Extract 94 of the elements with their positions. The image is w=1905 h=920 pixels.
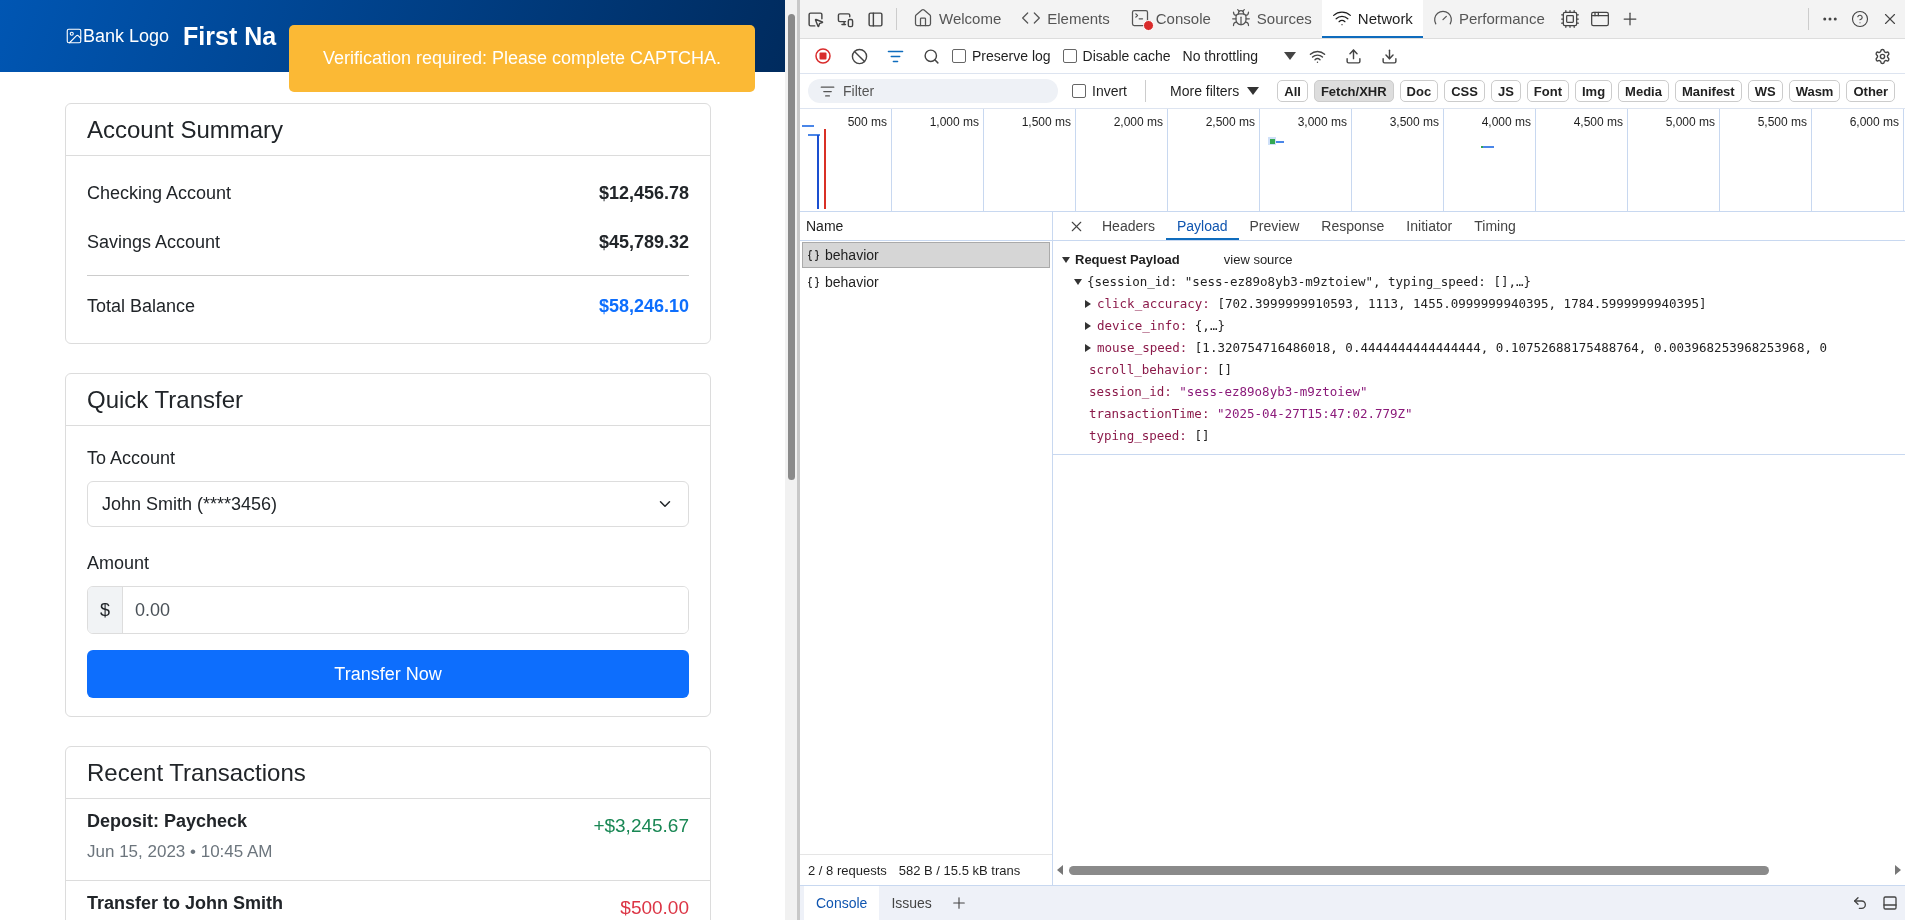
transaction-amount: $500.00 xyxy=(620,897,689,920)
transaction-title: Transfer to John Smith xyxy=(87,893,284,914)
detail-tab[interactable]: Headers xyxy=(1091,214,1166,240)
expand-icon[interactable] xyxy=(1085,321,1091,330)
payload-property: device_info: {,…} xyxy=(1097,318,1225,333)
expand-icon[interactable] xyxy=(1074,278,1082,285)
time-tick: 2,500 ms xyxy=(1205,115,1255,131)
detail-tab[interactable]: Timing xyxy=(1463,214,1527,240)
page-scrollbar[interactable] xyxy=(785,0,797,920)
type-filter-button[interactable]: Font xyxy=(1526,80,1569,102)
verification-toast: Verification required: Please complete CAPTCHA. xyxy=(289,25,755,92)
disable-cache-checkbox[interactable]: Disable cache xyxy=(1062,48,1171,64)
time-tick: 6,000 ms xyxy=(1849,115,1899,131)
type-filter-button[interactable]: WS xyxy=(1747,80,1783,102)
status-text: 582 B / 15.5 kB trans xyxy=(898,862,1021,878)
view-source-link[interactable]: view source xyxy=(1223,252,1293,267)
terminal-icon xyxy=(1129,8,1150,28)
more-filters-dropdown[interactable]: More filters xyxy=(1170,83,1260,99)
time-tick: 1,000 ms xyxy=(929,115,979,131)
json-icon xyxy=(807,248,820,262)
transaction-date: Jun 15, 2023 • 10:45 AM xyxy=(87,842,273,862)
type-filter-button[interactable]: Doc xyxy=(1399,80,1439,102)
transaction-amount: +$3,245.67 xyxy=(593,815,689,838)
type-filter-button[interactable]: Other xyxy=(1846,80,1896,102)
time-tick: 3,000 ms xyxy=(1297,115,1347,131)
devtools-tab[interactable]: Performance xyxy=(1422,0,1555,38)
total-label: Total Balance xyxy=(87,295,196,317)
card-title: Account Summary xyxy=(66,104,710,156)
expand-icon[interactable] xyxy=(1085,299,1091,308)
type-filter-button[interactable]: CSS xyxy=(1444,80,1485,102)
request-row[interactable]: behavior xyxy=(802,269,1050,295)
bank-logo: Bank Logo xyxy=(65,25,170,47)
bug-icon xyxy=(1230,8,1251,28)
filter-icon xyxy=(820,83,835,99)
card-title: Recent Transactions xyxy=(66,747,710,799)
type-filter-button[interactable]: Wasm xyxy=(1788,80,1841,102)
status-text: 2 / 8 requests xyxy=(808,862,887,878)
time-tick: 500 ms xyxy=(847,115,887,131)
time-tick: 4,500 ms xyxy=(1573,115,1623,131)
caret-icon xyxy=(1247,87,1260,95)
type-filter-button[interactable]: Img xyxy=(1574,80,1613,102)
throttling-dropdown[interactable]: No throttling xyxy=(1182,48,1296,64)
devtools-tab[interactable]: Console xyxy=(1119,0,1221,38)
detail-tab[interactable]: Response xyxy=(1310,214,1396,240)
devtools-tab[interactable]: Network xyxy=(1321,0,1423,38)
invert-checkbox[interactable]: Invert xyxy=(1072,83,1127,99)
column-header[interactable]: Name xyxy=(800,212,1052,241)
drawer-tab[interactable]: Issues xyxy=(879,886,944,920)
time-tick: 2,000 ms xyxy=(1113,115,1163,131)
devtools-tab[interactable]: Elements xyxy=(1011,0,1120,38)
account-balance: $12,456.78 xyxy=(598,183,689,204)
request-row[interactable]: behavior xyxy=(802,242,1050,268)
type-filter-button[interactable]: Manifest xyxy=(1674,80,1742,102)
type-filter-button[interactable]: All xyxy=(1277,80,1308,102)
section-title: Request Payload xyxy=(1075,252,1180,267)
type-filter-button[interactable]: JS xyxy=(1490,80,1521,102)
payload-property: transactionTime: "2025-04-27T15:47:02.779Z" xyxy=(1089,406,1413,421)
account-select[interactable]: John Smith (****3456) xyxy=(87,481,689,527)
card-title: Quick Transfer xyxy=(66,374,710,426)
detail-tab[interactable]: Preview xyxy=(1238,214,1311,240)
account-balance: $45,789.32 xyxy=(598,232,689,253)
type-filter-button[interactable]: Media xyxy=(1618,80,1669,102)
devtools-tab[interactable]: Welcome xyxy=(903,0,1012,38)
time-tick: 1,500 ms xyxy=(1021,115,1071,131)
expand-icon[interactable] xyxy=(1085,343,1091,352)
time-tick: 3,500 ms xyxy=(1389,115,1439,131)
account-name: Savings Account xyxy=(87,232,221,253)
house-icon xyxy=(913,8,933,28)
field-label: To Account xyxy=(87,448,177,469)
type-filter-button[interactable]: Fetch/XHR xyxy=(1313,80,1394,102)
total-balance: $58,246.10 xyxy=(598,295,689,317)
caret-icon xyxy=(1284,52,1296,60)
json-icon xyxy=(807,275,820,289)
detail-tab[interactable]: Initiator xyxy=(1395,214,1464,240)
transfer-button[interactable]: Transfer Now xyxy=(87,650,689,698)
payload-property: scroll_behavior: [] xyxy=(1089,362,1232,377)
expand-icon[interactable] xyxy=(1062,256,1070,263)
time-tick: 4,000 ms xyxy=(1481,115,1531,131)
payload-summary: {session_id: "sess-ez89o8yb3-m9ztoiew", typing_speed: [],…} xyxy=(1087,274,1531,289)
transaction-title: Deposit: Paycheck xyxy=(87,811,249,832)
filter-field[interactable]: Filter xyxy=(808,79,1058,103)
drawer-tab[interactable]: Console xyxy=(804,886,880,920)
devtools-tab[interactable]: Sources xyxy=(1220,0,1322,38)
bank-title: First Na xyxy=(183,21,277,51)
payload-property: session_id: "sess-ez89o8yb3-m9ztoiew" xyxy=(1089,384,1368,399)
preserve-log-checkbox[interactable]: Preserve log xyxy=(952,48,1051,64)
payload-property: mouse_speed: [1.320754716486018, 0.4444444444444444, 0.10752688175488764, 0.003968253968253968, 0 xyxy=(1097,340,1827,355)
payload-property: click_accuracy: [702.3999999910593, 1113, 1455.0999999940395, 1784.5999999940395] xyxy=(1097,296,1707,311)
payload-property: typing_speed: [] xyxy=(1089,428,1210,443)
amount-field[interactable]: $ 0.00 xyxy=(87,586,689,634)
time-tick: 5,000 ms xyxy=(1665,115,1715,131)
account-name: Checking Account xyxy=(87,183,232,204)
time-tick: 5,500 ms xyxy=(1757,115,1807,131)
field-label: Amount xyxy=(87,553,151,574)
